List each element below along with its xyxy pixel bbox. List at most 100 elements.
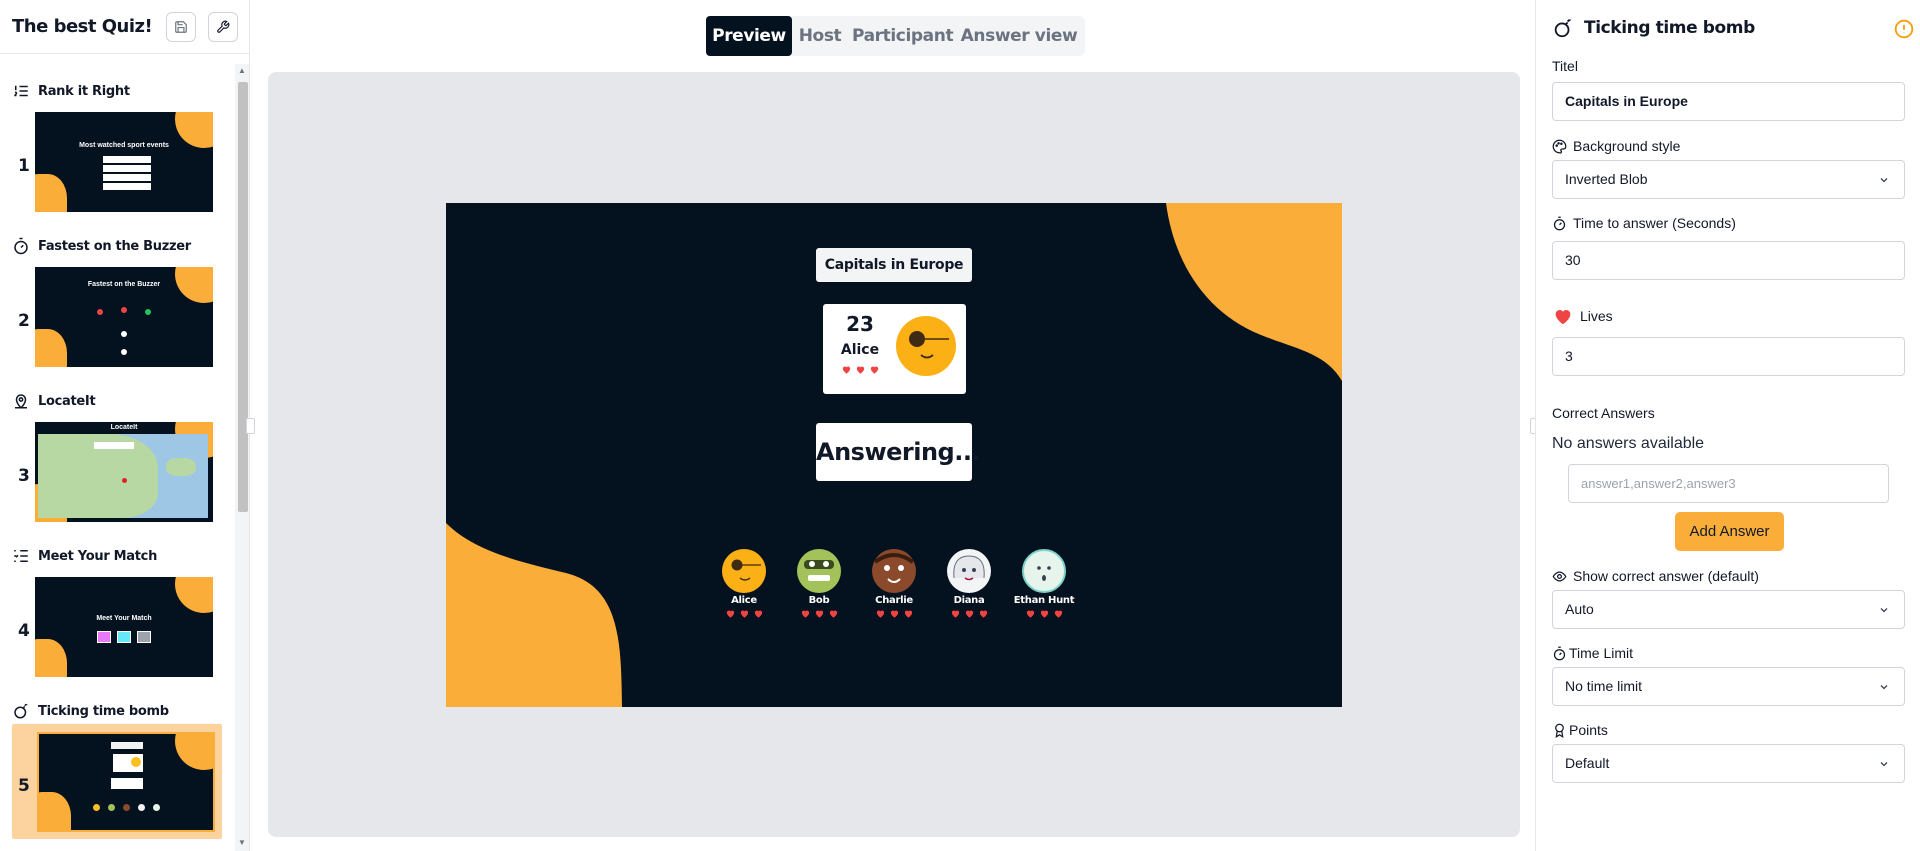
player-lives	[999, 608, 1089, 619]
background-blob-top-right	[1166, 203, 1342, 381]
show-correct-answer-text: Show correct answer (default)	[1573, 568, 1759, 584]
thumb-title: Fastest on the Buzzer	[87, 281, 161, 288]
heart-icon	[870, 366, 878, 374]
heart-icon	[979, 610, 987, 618]
heart-icon	[815, 610, 823, 618]
show-correct-answer-label: Show correct answer (default)	[1552, 568, 1759, 584]
slide-item-1[interactable]: Rank it Right 1 Most watched sport event…	[0, 68, 234, 223]
avatar-bob	[797, 549, 841, 593]
tab-answer-view[interactable]: Answer view	[960, 16, 1078, 56]
heart-icon	[856, 366, 864, 374]
thumb-title: Most watched sport events	[79, 142, 169, 149]
heart-icon	[876, 610, 884, 618]
lives-label: Lives	[1552, 305, 1613, 327]
tab-participant[interactable]: Participant	[852, 16, 954, 56]
award-icon	[1555, 723, 1564, 738]
background-style-text: Background style	[1573, 138, 1681, 154]
save-button[interactable]	[166, 12, 196, 42]
thumb-title: LocateIt	[110, 424, 138, 431]
settings-button[interactable]	[208, 12, 238, 42]
player-score: 23	[846, 312, 874, 336]
lives-text: Lives	[1580, 308, 1613, 324]
bomb-icon	[1554, 19, 1571, 38]
player-avatar	[896, 316, 956, 376]
background-style-select[interactable]: Inverted Blob	[1552, 160, 1905, 199]
slide-item-5[interactable]: Ticking time bomb 5	[0, 688, 234, 843]
slide-type-label: Fastest on the Buzzer	[12, 237, 191, 255]
view-tabs: Preview Host Participant Answer view	[706, 16, 1085, 56]
wrench-icon	[217, 20, 230, 33]
player-ethan-hunt: Ethan Hunt	[999, 548, 1089, 619]
player-name: Ethan Hunt	[1013, 595, 1075, 606]
lives-input[interactable]: 3	[1552, 337, 1905, 376]
slide-type-label: Meet Your Match	[12, 547, 157, 565]
sidebar-header: The best Quiz!	[0, 0, 250, 54]
timer-icon	[1553, 646, 1566, 660]
time-to-answer-input[interactable]: 30	[1552, 241, 1905, 280]
quiz-title: The best Quiz!	[12, 16, 153, 37]
scroll-up-icon[interactable]: ▲	[237, 66, 247, 76]
heart-icon	[965, 610, 973, 618]
show-correct-answer-value: Auto	[1565, 601, 1594, 617]
heart-icon	[842, 366, 850, 374]
avatar-charlie	[872, 549, 916, 593]
scroll-down-icon[interactable]: ▼	[237, 838, 247, 848]
add-answer-button[interactable]: Add Answer	[1675, 512, 1784, 551]
save-icon	[175, 21, 187, 33]
settings-panel: Ticking time bomb Titel Capitals in Euro…	[1535, 0, 1920, 851]
heart-icon	[890, 610, 898, 618]
avatar-diana	[947, 549, 991, 593]
time-limit-text: Time Limit	[1569, 645, 1634, 661]
slides-sidebar: The best Quiz! Rank it Right 1 Most watc…	[0, 0, 250, 851]
time-to-answer-label: Time to answer (Seconds)	[1552, 215, 1736, 231]
chevron-down-icon	[1880, 685, 1888, 690]
time-to-answer-text: Time to answer (Seconds)	[1573, 215, 1736, 231]
sidebar-resize-handle[interactable]	[246, 418, 255, 434]
list-ordered-icon	[14, 85, 28, 97]
panel-title: Ticking time bomb	[1552, 17, 1755, 39]
heart-icon	[1040, 610, 1048, 618]
background-style-value: Inverted Blob	[1565, 171, 1648, 187]
points-text: Points	[1569, 722, 1608, 738]
slide-number: 4	[18, 621, 30, 641]
slide-type-text: Meet Your Match	[38, 548, 158, 564]
heart-icon	[904, 610, 912, 618]
chevron-down-icon	[1880, 762, 1888, 767]
slide-type-label: LocateIt	[12, 392, 96, 410]
heart-icon	[726, 610, 734, 618]
points-select[interactable]: Default	[1552, 744, 1905, 783]
correct-answers-label: Correct Answers	[1552, 405, 1655, 421]
tab-host[interactable]: Host	[796, 16, 844, 56]
show-correct-answer-select[interactable]: Auto	[1552, 590, 1905, 629]
heart-icon	[754, 610, 762, 618]
title-label-text: Titel	[1552, 58, 1578, 74]
sidebar-scrollbar-thumb[interactable]	[238, 82, 248, 512]
title-label: Titel	[1552, 58, 1578, 74]
slide-thumbnail: LocateIt	[35, 422, 213, 522]
timer-icon	[1553, 216, 1566, 230]
heart-icon	[951, 610, 959, 618]
slide-canvas: Capitals in Europe 23 Alice Answering...…	[446, 203, 1342, 707]
time-limit-select[interactable]: No time limit	[1552, 667, 1905, 706]
avatar-ethan-hunt	[1022, 549, 1066, 593]
slide-item-3[interactable]: LocateIt 3 LocateIt	[0, 378, 234, 533]
slide-item-4[interactable]: Meet Your Match 4 Meet Your Match	[0, 533, 234, 688]
background-style-label: Background style	[1552, 138, 1680, 154]
current-player-card: 23 Alice	[823, 304, 966, 394]
avatar-alice	[722, 549, 766, 593]
answer-input[interactable]: answer1,answer2,answer3	[1568, 464, 1889, 503]
title-input[interactable]: Capitals in Europe	[1552, 82, 1905, 121]
heart-icon	[1026, 610, 1034, 618]
slide-item-2[interactable]: Fastest on the Buzzer 2 Fastest on the B…	[0, 223, 234, 378]
slide-thumbnail: Meet Your Match	[35, 577, 213, 677]
map-pin-icon	[15, 394, 27, 409]
slide-thumbnail	[37, 732, 215, 832]
tab-preview[interactable]: Preview	[706, 16, 792, 56]
slide-thumbnail: Most watched sport events	[35, 112, 213, 212]
slide-type-label: Ticking time bomb	[12, 702, 169, 720]
info-icon[interactable]	[1894, 19, 1914, 39]
palette-icon	[1552, 139, 1567, 154]
player-name: Alice	[840, 342, 880, 358]
background-blob-bottom-left	[446, 523, 622, 707]
slide-type-text: LocateIt	[38, 393, 96, 409]
